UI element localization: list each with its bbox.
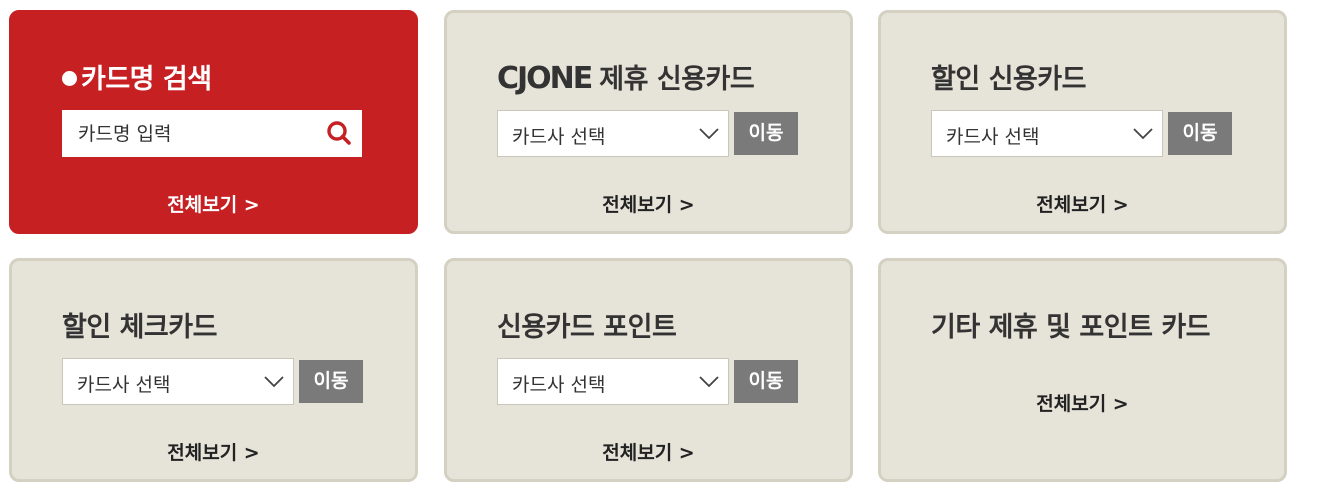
- view-all-link[interactable]: 전체보기 >: [447, 190, 850, 217]
- go-button[interactable]: 이동: [1168, 112, 1232, 155]
- chevron-down-icon: [1132, 123, 1154, 143]
- select-value: 카드사 선택: [512, 126, 606, 148]
- bullet-dot-icon: [62, 71, 77, 86]
- view-all-link[interactable]: 전체보기 >: [12, 438, 415, 465]
- card-company-select[interactable]: 카드사 선택: [497, 358, 729, 405]
- cjone-partner-credit-card-panel: CJONE 제휴 신용카드 카드사 선택 이동 전체보기 >: [444, 10, 853, 234]
- card-company-select[interactable]: 카드사 선택: [931, 110, 1163, 157]
- search-panel-title: 카드명 검색: [62, 57, 212, 96]
- panel-title: 신용카드 포인트: [497, 312, 677, 343]
- card-search-box: [62, 110, 362, 157]
- discount-credit-card-panel: 할인 신용카드 카드사 선택 이동 전체보기 >: [878, 10, 1287, 234]
- go-button[interactable]: 이동: [734, 112, 798, 155]
- panel-title-text: 제휴 신용카드: [599, 64, 755, 95]
- chevron-down-icon: [698, 371, 720, 391]
- panel-title: 할인 체크카드: [62, 312, 217, 343]
- select-value: 카드사 선택: [946, 126, 1040, 148]
- go-button[interactable]: 이동: [734, 360, 798, 403]
- discount-check-card-panel: 할인 체크카드 카드사 선택 이동 전체보기 >: [9, 258, 418, 482]
- card-name-search-panel: 카드명 검색 전체보기 >: [9, 10, 418, 234]
- credit-card-point-panel: 신용카드 포인트 카드사 선택 이동 전체보기 >: [444, 258, 853, 482]
- card-company-select[interactable]: 카드사 선택: [62, 358, 294, 405]
- search-icon[interactable]: [326, 120, 352, 146]
- panel-title: CJONE 제휴 신용카드: [497, 57, 755, 96]
- view-all-link[interactable]: 전체보기 >: [881, 190, 1284, 217]
- panel-title: 할인 신용카드: [931, 64, 1086, 95]
- search-panel-title-text: 카드명 검색: [81, 64, 212, 95]
- cjone-logo: CJONE: [497, 61, 593, 96]
- card-name-input[interactable]: [62, 110, 328, 157]
- view-all-link[interactable]: 전체보기 >: [881, 389, 1284, 416]
- select-value: 카드사 선택: [512, 374, 606, 396]
- chevron-down-icon: [698, 123, 720, 143]
- view-all-link[interactable]: 전체보기 >: [12, 190, 415, 217]
- select-value: 카드사 선택: [77, 374, 171, 396]
- chevron-down-icon: [263, 371, 285, 391]
- go-button[interactable]: 이동: [299, 360, 363, 403]
- panel-title: 기타 제휴 및 포인트 카드: [931, 312, 1211, 343]
- other-partner-point-card-panel: 기타 제휴 및 포인트 카드 전체보기 >: [878, 258, 1287, 482]
- view-all-link[interactable]: 전체보기 >: [447, 438, 850, 465]
- card-company-select[interactable]: 카드사 선택: [497, 110, 729, 157]
